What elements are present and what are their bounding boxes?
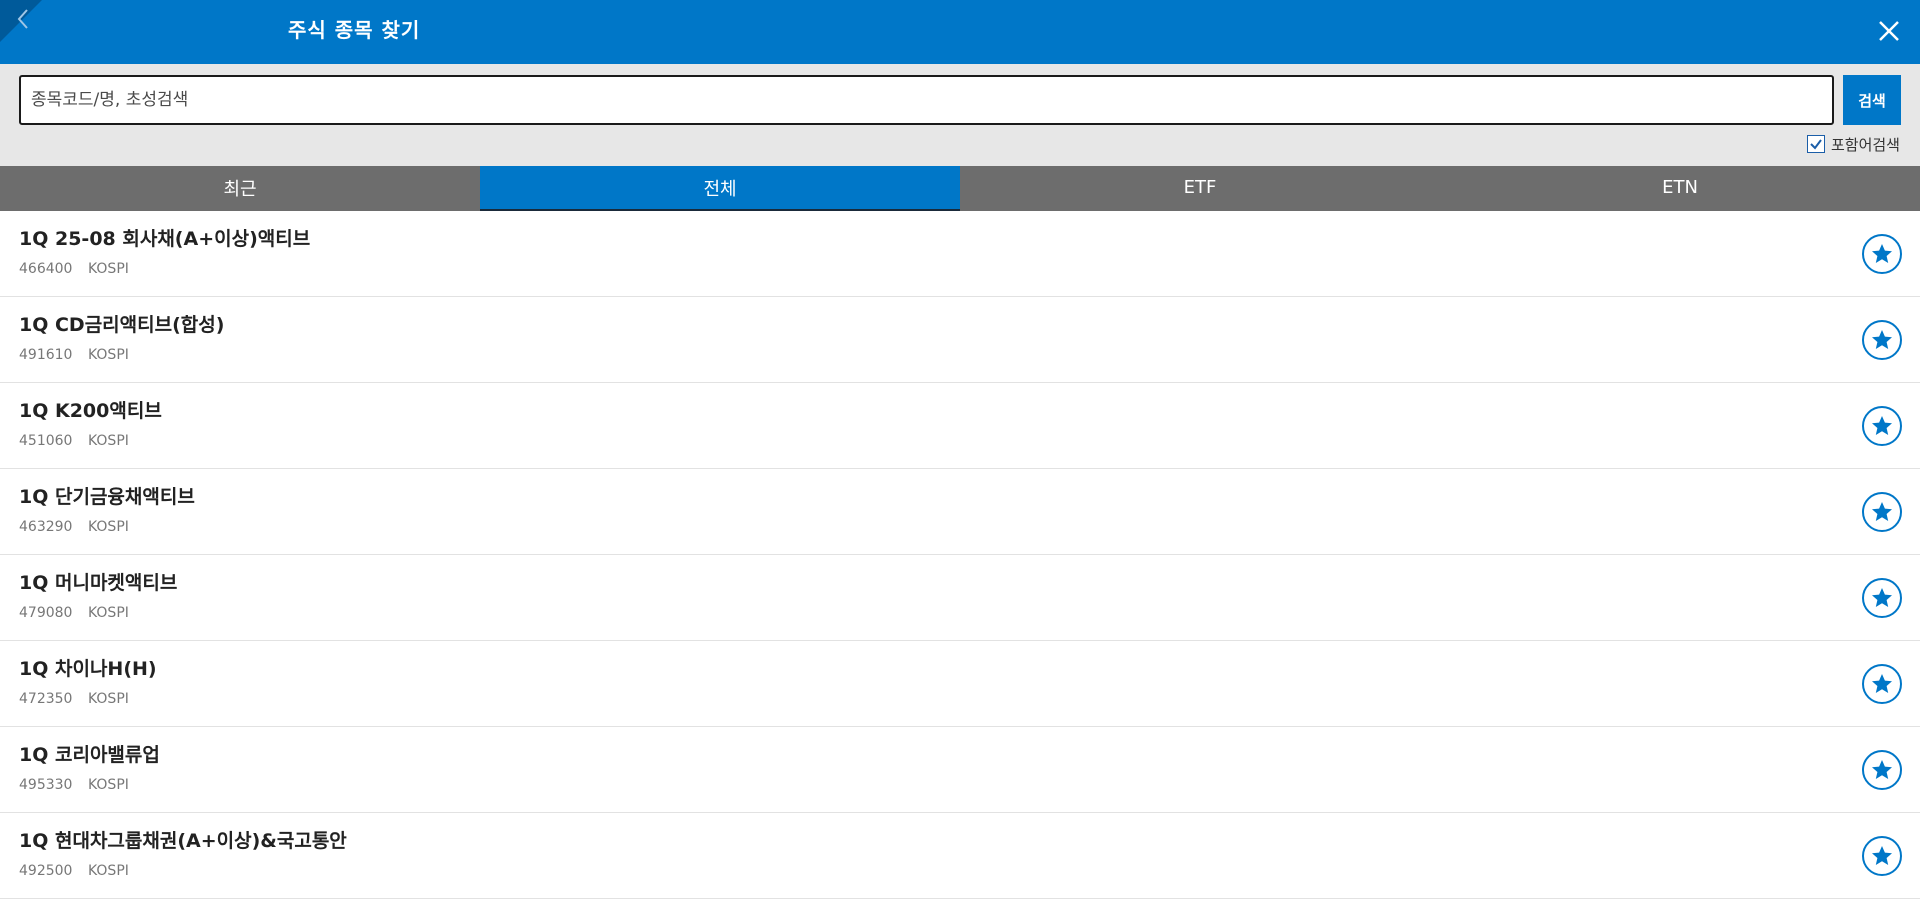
star-icon [1872, 330, 1892, 349]
stock-code: 451060 [19, 433, 73, 449]
stock-market: KOSPI [88, 691, 129, 707]
include-search-label: 포함어검색 [1830, 135, 1900, 154]
stock-name: 1Q 차이나H(H) [19, 658, 157, 680]
list-item[interactable]: 1Q 머니마켓액티브 479080 KOSPI [0, 555, 1920, 641]
star-icon [1872, 674, 1892, 693]
star-icon [1872, 588, 1892, 607]
favorite-button[interactable] [1862, 836, 1902, 876]
list-item[interactable]: 1Q CD금리액티브(합성) 491610 KOSPI [0, 297, 1920, 383]
search-area: 검색 포함어검색 [0, 64, 1920, 166]
stock-name: 1Q CD금리액티브(합성) [19, 314, 225, 336]
include-search-checkbox[interactable] [1806, 135, 1825, 153]
stock-code: 466400 [19, 261, 73, 277]
stock-name: 1Q K200액티브 [19, 400, 162, 422]
favorite-button[interactable] [1862, 234, 1902, 274]
stock-market: KOSPI [88, 863, 129, 879]
include-search-option[interactable]: 포함어검색 [1806, 133, 1900, 155]
back-button[interactable] [0, 0, 42, 42]
stock-market: KOSPI [88, 261, 129, 277]
stock-code: 495330 [19, 777, 73, 793]
stock-code: 472350 [19, 691, 73, 707]
star-icon [1872, 502, 1892, 521]
favorite-button[interactable] [1862, 664, 1902, 704]
stock-market: KOSPI [88, 347, 129, 363]
search-button[interactable]: 검색 [1843, 75, 1901, 125]
stock-name: 1Q 25-08 회사채(A+이상)액티브 [19, 228, 311, 250]
close-icon [1879, 21, 1899, 41]
star-icon [1872, 416, 1892, 435]
list-item[interactable]: 1Q 단기금융채액티브 463290 KOSPI [0, 469, 1920, 555]
list-item[interactable]: 1Q 현대차그룹채권(A+이상)&국고통안 492500 KOSPI [0, 813, 1920, 899]
tab-etn[interactable]: ETN [1440, 166, 1920, 211]
stock-name: 1Q 단기금융채액티브 [19, 486, 195, 508]
header-bar: 주식 종목 찾기 [0, 0, 1920, 64]
favorite-button[interactable] [1862, 578, 1902, 618]
favorite-button[interactable] [1862, 406, 1902, 446]
favorite-button[interactable] [1862, 750, 1902, 790]
favorite-button[interactable] [1862, 320, 1902, 360]
tab-bar: 최근 전체 ETF ETN [0, 166, 1920, 211]
list-item[interactable]: 1Q K200액티브 451060 KOSPI [0, 383, 1920, 469]
stock-code: 492500 [19, 863, 73, 879]
tab-etf[interactable]: ETF [960, 166, 1440, 211]
stock-market: KOSPI [88, 605, 129, 621]
search-input[interactable] [19, 75, 1834, 125]
list-item[interactable]: 1Q 코리아밸류업 495330 KOSPI [0, 727, 1920, 813]
stock-code: 463290 [19, 519, 73, 535]
stock-name: 1Q 현대차그룹채권(A+이상)&국고통안 [19, 830, 347, 852]
stock-code: 491610 [19, 347, 73, 363]
star-icon [1872, 760, 1892, 779]
list-item[interactable]: 1Q 25-08 회사채(A+이상)액티브 466400 KOSPI [0, 211, 1920, 297]
stock-market: KOSPI [88, 433, 129, 449]
stock-market: KOSPI [88, 777, 129, 793]
chevron-left-icon [0, 0, 42, 42]
star-icon [1872, 846, 1892, 865]
stock-list: 1Q 25-08 회사채(A+이상)액티브 466400 KOSPI 1Q CD… [0, 211, 1920, 899]
stock-market: KOSPI [88, 519, 129, 535]
stock-code: 479080 [19, 605, 73, 621]
tab-all[interactable]: 전체 [480, 166, 960, 211]
stock-name: 1Q 머니마켓액티브 [19, 572, 178, 594]
tab-recent[interactable]: 최근 [0, 166, 480, 211]
close-button[interactable] [1876, 18, 1902, 44]
list-item[interactable]: 1Q 차이나H(H) 472350 KOSPI [0, 641, 1920, 727]
page-title: 주식 종목 찾기 [288, 18, 421, 42]
stock-name: 1Q 코리아밸류업 [19, 744, 160, 766]
favorite-button[interactable] [1862, 492, 1902, 532]
checkmark-icon [1810, 139, 1822, 150]
star-icon [1872, 244, 1892, 263]
